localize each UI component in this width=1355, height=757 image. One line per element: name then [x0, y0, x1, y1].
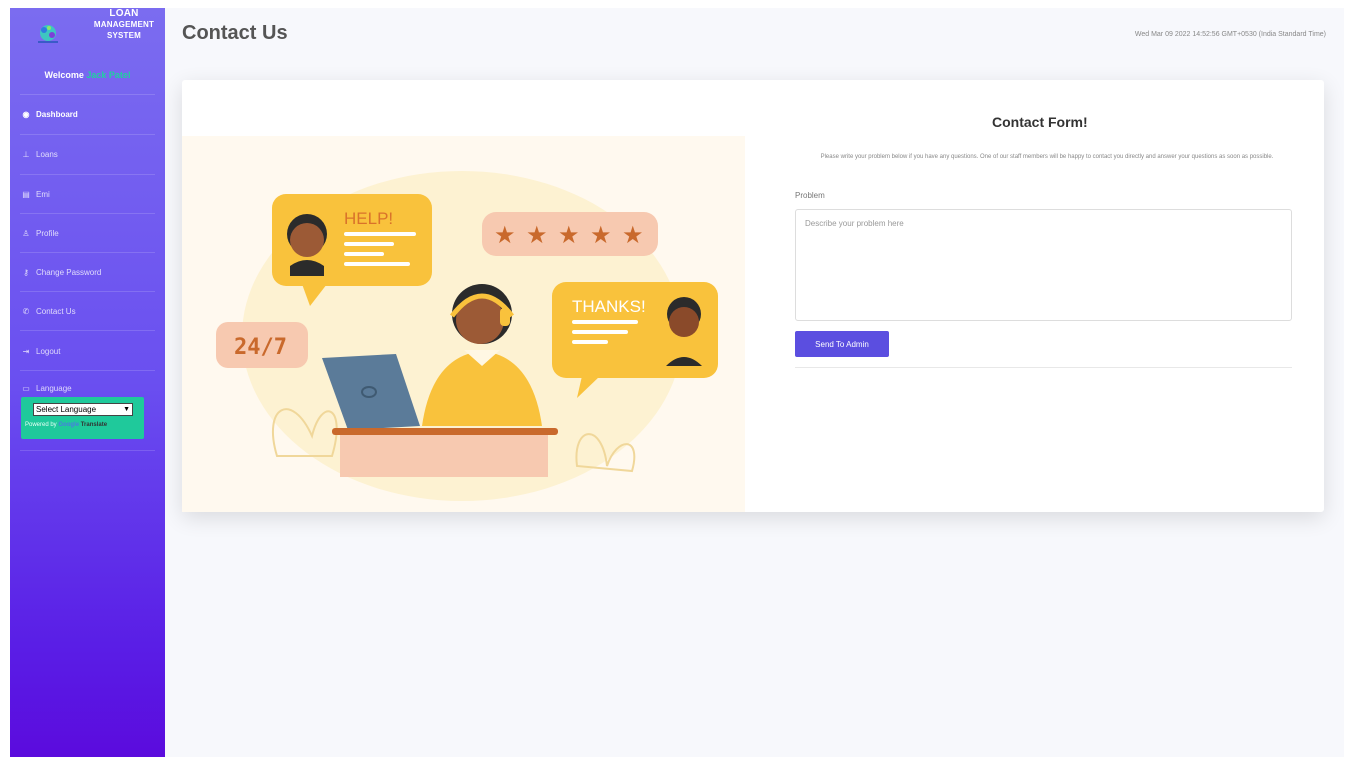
sidebar: LOAN MANAGEMENT SYSTEM Welcome Jack Pate…: [10, 8, 165, 757]
brand-name: LOAN MANAGEMENT SYSTEM: [93, 8, 155, 40]
brand[interactable]: LOAN MANAGEMENT SYSTEM: [10, 8, 165, 60]
sidebar-divider: [20, 252, 155, 253]
contact-card: HELP! ★ ★ ★ ★ ★ THANKS! 24/7 Contact For…: [182, 80, 1324, 512]
sidebar-item-label: Dashboard: [36, 109, 78, 119]
user-name: Jack Patel: [86, 70, 131, 80]
sidebar-divider: [20, 94, 155, 95]
sidebar-item-label: Language: [36, 383, 72, 393]
sidebar-divider: [20, 213, 155, 214]
chevron-down-icon: ▼: [123, 406, 130, 413]
language-icon: ▭: [22, 383, 30, 393]
sidebar-divider: [20, 291, 155, 292]
sidebar-item-dashboard[interactable]: ◉ Dashboard: [20, 104, 155, 124]
send-to-admin-button[interactable]: Send To Admin: [795, 331, 889, 357]
sidebar-item-label: Logout: [36, 346, 61, 356]
loans-icon: ⊥: [22, 149, 30, 159]
sidebar-divider: [20, 134, 155, 135]
sidebar-divider: [20, 330, 155, 331]
sidebar-divider: [20, 450, 155, 451]
language-select[interactable]: Select Language ▼: [33, 403, 133, 416]
globe-logo-icon: [38, 25, 58, 43]
customer-support-illustration: HELP! ★ ★ ★ ★ ★ THANKS! 24/7: [216, 171, 718, 501]
calculator-icon: ▤: [22, 189, 30, 199]
svg-text:★: ★: [494, 221, 516, 249]
sidebar-divider: [20, 174, 155, 175]
support-illustration: HELP! ★ ★ ★ ★ ★ THANKS! 24/7: [182, 136, 745, 512]
dashboard-icon: ◉: [22, 109, 30, 119]
logout-icon: ⇥: [22, 346, 30, 356]
sidebar-item-label: Contact Us: [36, 306, 76, 316]
key-icon: ⚷: [23, 267, 29, 277]
svg-text:★: ★: [622, 221, 644, 249]
sidebar-item-label: Change Password: [36, 267, 102, 277]
contact-form-description: Please write your problem below if you h…: [820, 154, 1274, 160]
welcome-label: Welcome: [44, 70, 84, 80]
sidebar-item-language: ▭ Language: [20, 378, 155, 398]
problem-label: Problem: [795, 191, 825, 200]
welcome-text: Welcome Jack Patel: [10, 70, 165, 80]
sidebar-item-emi[interactable]: ▤ Emi: [20, 184, 155, 204]
form-divider: [795, 367, 1292, 368]
sidebar-item-label: Loans: [36, 149, 58, 159]
datetime-display: Wed Mar 09 2022 14:52:56 GMT+0530 (India…: [1134, 31, 1326, 38]
sidebar-divider: [20, 370, 155, 371]
sidebar-item-logout[interactable]: ⇥ Logout: [20, 341, 155, 361]
problem-textarea[interactable]: Describe your problem here: [795, 209, 1292, 321]
page-title: Contact Us: [182, 22, 288, 44]
svg-text:★: ★: [526, 221, 548, 249]
user-icon: ♙: [22, 228, 30, 238]
google-translate-widget: Select Language ▼ Powered by Google Tran…: [21, 397, 144, 439]
sidebar-item-label: Emi: [36, 189, 50, 199]
sidebar-item-loans[interactable]: ⊥ Loans: [20, 144, 155, 164]
sidebar-item-contact-us[interactable]: ✆ Contact Us: [20, 301, 155, 321]
powered-by-google-translate[interactable]: Powered by Google Translate: [25, 422, 107, 428]
sidebar-item-change-password[interactable]: ⚷ Change Password: [20, 262, 155, 282]
sidebar-item-label: Profile: [36, 228, 59, 238]
thanks-bubble-text: THANKS!: [572, 297, 646, 316]
svg-text:★: ★: [558, 221, 580, 249]
contact-form-title: Contact Form!: [992, 114, 1088, 130]
badge-247-text: 24/7: [234, 335, 287, 360]
sidebar-item-profile[interactable]: ♙ Profile: [20, 223, 155, 243]
phone-icon: ✆: [22, 306, 30, 316]
help-bubble-text: HELP!: [344, 209, 393, 228]
app-frame: LOAN MANAGEMENT SYSTEM Welcome Jack Pate…: [10, 8, 1344, 757]
svg-text:★: ★: [590, 221, 612, 249]
